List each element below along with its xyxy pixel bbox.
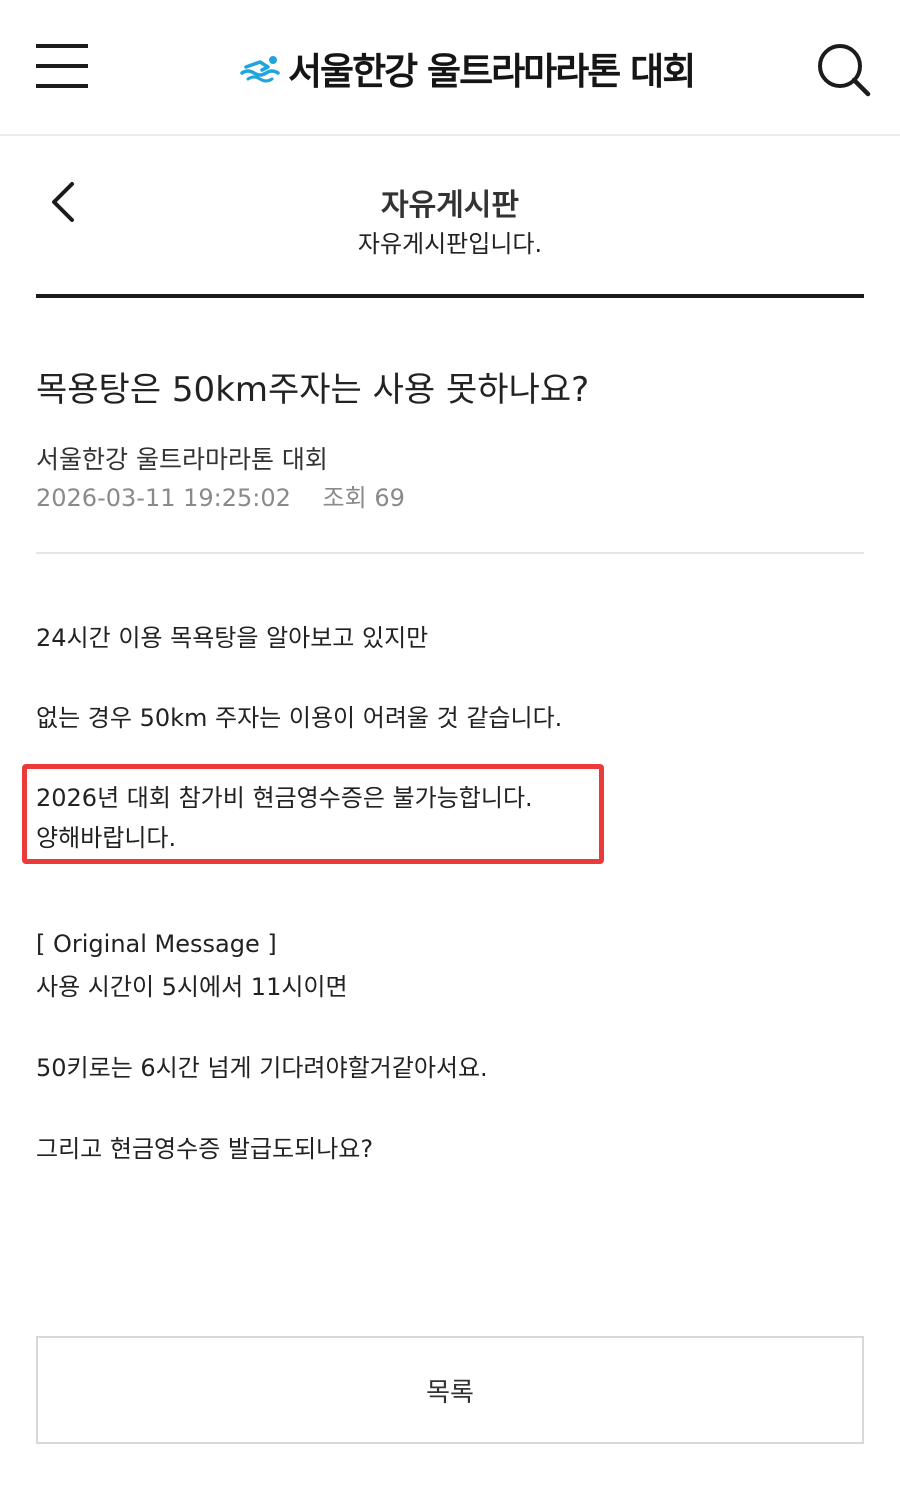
original-message-header: [ Original Message ] [36,930,277,958]
menu-bar [36,64,88,68]
board-header: 자유게시판 자유게시판입니다. [36,136,864,298]
board-subtitle: 자유게시판입니다. [357,230,543,258]
original-message-line: 사용 시간이 5시에서 11시이면 [36,973,348,1001]
board-title: 자유게시판 [381,188,519,223]
list-button[interactable]: 목록 [36,1336,864,1444]
hamburger-menu-icon[interactable] [36,44,90,90]
post-title: 목용탕은 50km주자는 사용 못하나요? [36,370,590,410]
swimmer-wave-logo-icon [240,56,280,83]
search-icon[interactable] [814,40,872,98]
post-body-highlight-line: 2026년 대회 참가비 현금영수증은 불가능합니다. [36,784,533,812]
post-body-line: 없는 경우 50km 주자는 이용이 어려울 것 같습니다. [36,704,563,732]
original-message-line: 그리고 현금영수증 발급도되나요? [36,1135,374,1163]
site-logo-text: 서울한강 울트라마라톤 대회 [288,50,696,93]
post-meta: 2026-03-11 19:25:02 조회 69 [36,478,405,513]
menu-bar [36,84,88,88]
app-header: 서울한강 울트라마라톤 대회 [0,0,900,136]
site-logo[interactable]: 서울한강 울트라마라톤 대회 [240,40,696,96]
post-body-highlight-line: 양해바랍니다. [36,824,177,852]
menu-bar [36,44,88,48]
post-datetime: 2026-03-11 19:25:02 [36,484,291,512]
post-view-count: 조회 69 [322,484,405,512]
post-author: 서울한강 울트라마라톤 대회 [36,445,328,474]
original-message-line: 50키로는 6시간 넘게 기다려야할거같아서요. [36,1054,488,1082]
post-body-line: 24시간 이용 목욕탕을 알아보고 있지만 [36,624,429,652]
post-divider [36,552,864,554]
